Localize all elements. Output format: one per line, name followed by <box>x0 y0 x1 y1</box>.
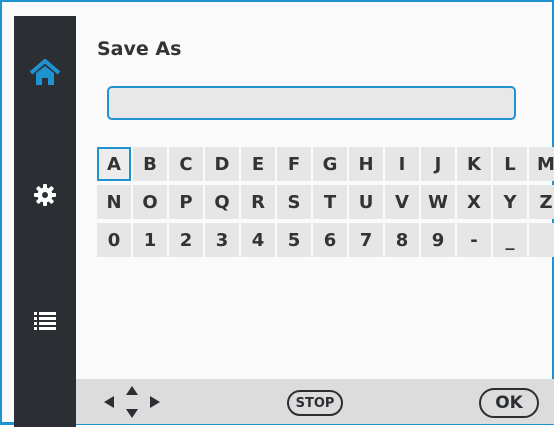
list-icon <box>33 310 57 336</box>
key-z[interactable]: Z <box>529 185 554 219</box>
ok-button[interactable]: OK <box>479 388 539 418</box>
key-w[interactable]: W <box>421 185 455 219</box>
key-7[interactable]: 7 <box>349 223 383 257</box>
key-s[interactable]: S <box>277 185 311 219</box>
direction-arrows-icon[interactable] <box>100 383 164 421</box>
key-p[interactable]: P <box>169 185 203 219</box>
sidebar <box>14 16 84 427</box>
sidebar-item-home[interactable] <box>14 46 84 104</box>
key-9[interactable]: 9 <box>421 223 455 257</box>
home-icon <box>28 58 62 92</box>
key-x[interactable]: X <box>457 185 491 219</box>
gear-icon <box>33 183 57 211</box>
key-a[interactable]: A <box>97 147 131 181</box>
filename-input[interactable] <box>107 86 516 120</box>
key-o[interactable]: O <box>133 185 167 219</box>
key-y[interactable]: Y <box>493 185 527 219</box>
key-u[interactable]: U <box>349 185 383 219</box>
key-q[interactable]: Q <box>205 185 239 219</box>
stop-button[interactable]: STOP <box>287 390 343 416</box>
key-6[interactable]: 6 <box>313 223 347 257</box>
key-underscore[interactable]: _ <box>493 223 527 257</box>
key-l[interactable]: L <box>493 147 527 181</box>
key-4[interactable]: 4 <box>241 223 275 257</box>
sidebar-item-settings[interactable] <box>14 168 76 226</box>
key-c[interactable]: C <box>169 147 203 181</box>
key-m[interactable]: M <box>529 147 554 181</box>
key-2[interactable]: 2 <box>169 223 203 257</box>
key-n[interactable]: N <box>97 185 131 219</box>
key-5[interactable]: 5 <box>277 223 311 257</box>
key-3[interactable]: 3 <box>205 223 239 257</box>
key-v[interactable]: V <box>385 185 419 219</box>
key-e[interactable]: E <box>241 147 275 181</box>
key-0[interactable]: 0 <box>97 223 131 257</box>
bottom-control-bar: STOP OK <box>76 379 554 424</box>
key-i[interactable]: I <box>385 147 419 181</box>
device-screen: Save As A B C D E F G H I J K L M N O P … <box>0 0 554 427</box>
key-g[interactable]: G <box>313 147 347 181</box>
sidebar-item-list[interactable] <box>14 294 76 352</box>
key-j[interactable]: J <box>421 147 455 181</box>
key-8[interactable]: 8 <box>385 223 419 257</box>
dialog-title: Save As <box>97 38 182 60</box>
key-blank <box>529 223 554 257</box>
key-hyphen[interactable]: - <box>457 223 491 257</box>
on-screen-keyboard: A B C D E F G H I J K L M N O P Q R S T … <box>97 147 554 257</box>
key-t[interactable]: T <box>313 185 347 219</box>
key-r[interactable]: R <box>241 185 275 219</box>
key-1[interactable]: 1 <box>133 223 167 257</box>
key-d[interactable]: D <box>205 147 239 181</box>
key-f[interactable]: F <box>277 147 311 181</box>
key-k[interactable]: K <box>457 147 491 181</box>
key-h[interactable]: H <box>349 147 383 181</box>
key-b[interactable]: B <box>133 147 167 181</box>
